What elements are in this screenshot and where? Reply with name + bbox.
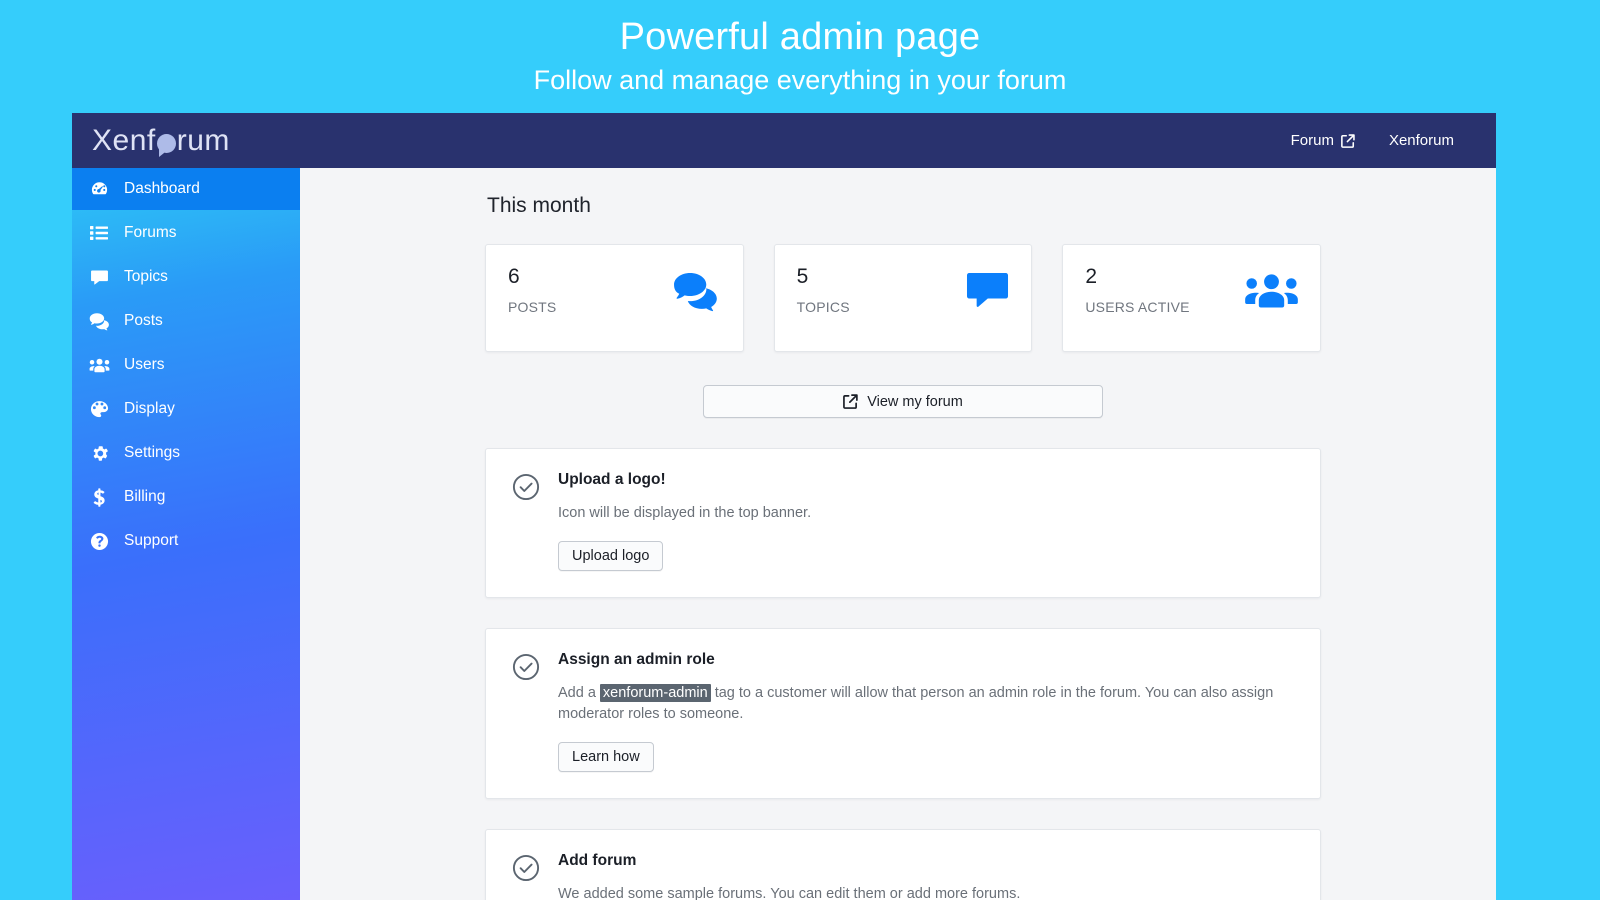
stat-card-posts: 6 POSTS [485,244,744,352]
brand-text: Xenf rum [92,124,230,158]
comments-icon [88,312,110,331]
task-description: Icon will be displayed in the top banner… [558,503,1294,524]
sidebar-item-label: Topics [124,268,168,285]
stat-value: 5 [796,265,809,288]
sidebar-item-posts[interactable]: Posts [72,300,300,342]
task-body: Add forum We added some sample forums. Y… [558,852,1294,900]
view-my-forum-button[interactable]: View my forum [703,385,1103,418]
task-title: Upload a logo! [558,471,666,488]
app-body: Dashboard Forums Topics Posts Users Disp… [72,168,1496,900]
check-circle-icon [512,471,540,571]
sidebar-item-display[interactable]: Display [72,388,300,430]
section-title: This month [487,194,591,217]
view-my-forum-label: View my forum [867,393,963,410]
sidebar-item-topics[interactable]: Topics [72,256,300,298]
task-actions: Learn how [558,742,1294,772]
sidebar-item-label: Support [124,532,179,549]
sidebar-item-label: Display [124,400,175,417]
sidebar-item-settings[interactable]: Settings [72,432,300,474]
dollar-icon [88,487,110,507]
task-body: Assign an admin role Add a xenforum-admi… [558,651,1294,772]
sidebar-item-dashboard[interactable]: Dashboard [72,168,300,210]
page-subtitle: Follow and manage everything in your for… [533,65,1067,95]
sidebar-item-label: Posts [124,312,163,329]
stat-card-text: 6 POSTS [508,265,556,315]
stat-label: TOPICS [796,299,850,315]
task-description-text-before: Add a [558,685,600,701]
stat-value: 6 [508,265,520,288]
task-title: Add forum [558,852,637,869]
upload-logo-button[interactable]: Upload logo [558,541,664,571]
navbar-links: Forum Xenforum [1291,132,1454,149]
list-icon [88,224,110,242]
hero-banner: Powerful admin page Follow and manage ev… [0,0,1600,110]
users-icon [1245,271,1298,311]
sidebar-item-label: Users [124,356,165,373]
check-circle-icon [512,651,540,772]
task-card-upload-logo: Upload a logo! Icon will be displayed in… [485,448,1321,598]
task-title: Assign an admin role [558,651,715,668]
comment-icon [88,268,110,287]
stat-value: 2 [1085,265,1098,288]
task-body: Upload a logo! Icon will be displayed in… [558,471,1294,571]
stat-card-topics: 5 TOPICS [773,244,1033,352]
question-circle-icon [88,532,110,551]
sidebar-item-label: Settings [124,444,181,461]
view-forum-row: View my forum [485,385,1321,418]
stat-label: POSTS [508,299,557,315]
sidebar-item-label: Dashboard [124,180,200,197]
stat-card-users-active: 2 USERS ACTIVE [1062,244,1322,352]
check-circle-icon [512,852,540,900]
nav-link-account[interactable]: Xenforum [1389,132,1454,149]
stat-label: USERS ACTIVE [1085,299,1190,315]
task-description: Add a xenforum-admin tag to a customer w… [558,683,1294,725]
nav-link-forum-label: Forum [1290,132,1334,149]
external-link-icon [843,394,858,409]
task-description-text: We added some sample forums. You can edi… [558,886,1021,900]
brand-text-after: rum [176,123,230,157]
sidebar-item-users[interactable]: Users [72,344,300,386]
top-navbar: Xenf rum Forum Xenforum [72,113,1496,168]
sidebar-item-label: Forums [124,224,177,241]
dashboard-gauge-icon [88,180,110,199]
brand-logo[interactable]: Xenf rum [72,113,300,168]
speech-bubble-icon [156,134,176,157]
nav-link-account-label: Xenforum [1388,132,1454,149]
task-card-add-forum: Add forum We added some sample forums. Y… [485,829,1321,900]
sidebar-item-forums[interactable]: Forums [72,212,300,254]
comment-icon [966,271,1009,313]
palette-icon [88,400,110,419]
task-actions: Upload logo [558,541,1294,571]
sidebar-item-support[interactable]: Support [72,520,300,562]
users-icon [88,357,110,374]
task-description: We added some sample forums. You can edi… [558,884,1294,900]
stat-card-row: 6 POSTS 5 TOPICS 2 USERS ACTIVE [485,244,1322,352]
nav-link-forum[interactable]: Forum [1291,132,1355,149]
app-window: Xenf rum Forum Xenforum Dashboard Forums… [72,113,1496,900]
gear-icon [88,444,110,463]
page-title: Powerful admin page [619,16,981,58]
sidebar: Dashboard Forums Topics Posts Users Disp… [72,168,300,900]
sidebar-item-billing[interactable]: Billing [72,476,300,518]
stat-card-text: 2 USERS ACTIVE [1085,265,1189,315]
task-description-text: Icon will be displayed in the top banner… [558,505,812,521]
learn-how-button[interactable]: Learn how [558,742,654,772]
comments-icon [672,271,721,313]
task-card-assign-admin-role: Assign an admin role Add a xenforum-admi… [485,628,1321,799]
external-link-icon [1341,133,1355,148]
sidebar-item-label: Billing [124,488,166,505]
brand-text-before: Xenf [92,123,156,157]
main-content: This month 6 POSTS 5 TOPICS 2 USERS ACTI… [300,168,1496,900]
stat-card-text: 5 TOPICS [797,265,850,315]
admin-tag-highlight: xenforum-admin [599,684,711,702]
